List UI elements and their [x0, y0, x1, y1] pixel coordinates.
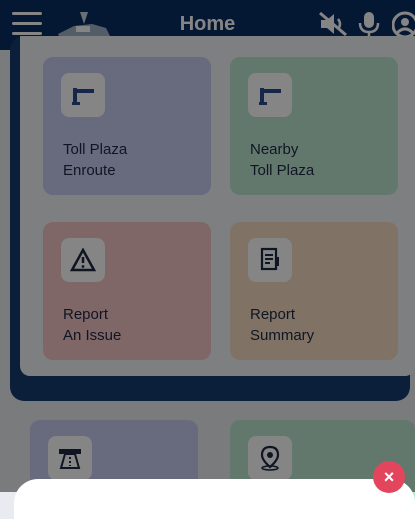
close-icon: × — [383, 466, 395, 487]
close-button[interactable]: × — [373, 461, 405, 493]
bottom-sheet — [14, 479, 415, 519]
modal-overlay[interactable] — [0, 0, 415, 492]
